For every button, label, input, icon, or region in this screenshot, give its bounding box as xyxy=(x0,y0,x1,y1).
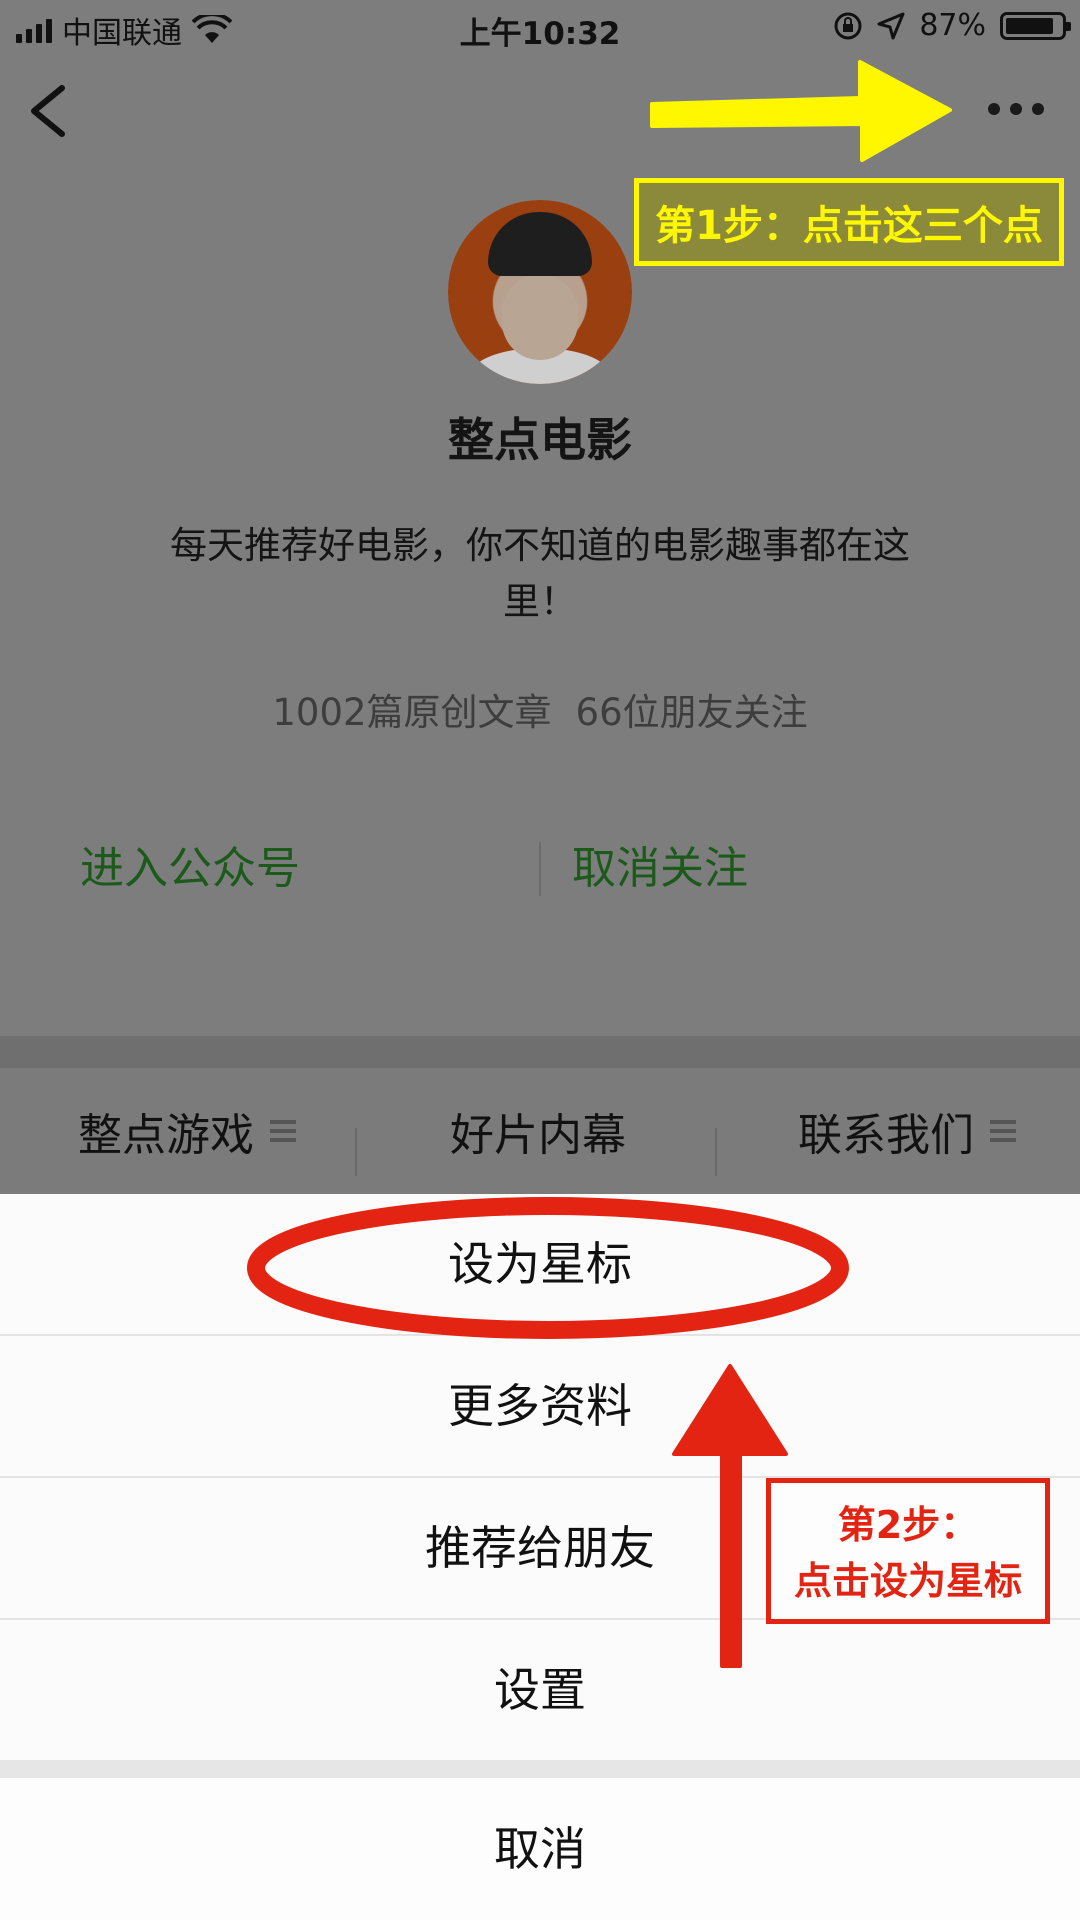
step2-label-line2: 点击设为星标 xyxy=(793,1559,1022,1603)
step2-label: 第2步： 点击设为星标 xyxy=(771,1497,1045,1609)
step1-label: 第1步：点击这三个点 xyxy=(655,203,1043,249)
step1-annotation: 第1步：点击这三个点 xyxy=(634,178,1064,266)
step1-arrow-icon xyxy=(650,60,952,162)
step2-label-line1: 第2步： xyxy=(837,1503,979,1547)
annotation-overlay xyxy=(247,60,952,1668)
step2-highlight-circle xyxy=(247,1197,849,1339)
step2-annotation: 第2步： 点击设为星标 xyxy=(766,1478,1050,1624)
